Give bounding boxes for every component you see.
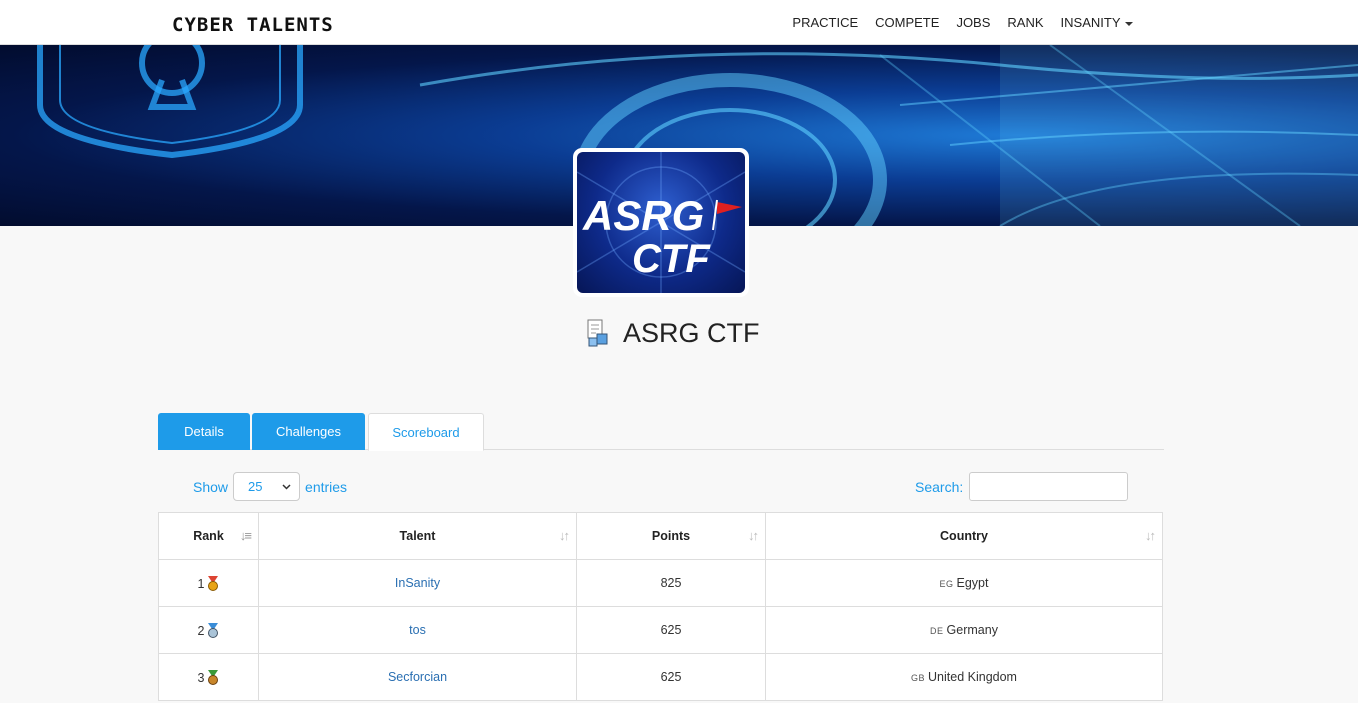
broken-image-icon <box>587 319 608 347</box>
competition-logo: ASRG CTF <box>573 148 749 297</box>
tab-bar: Details Challenges Scoreboard <box>158 412 1164 451</box>
country-cell: EG Egypt <box>765 559 1163 607</box>
tab-challenges[interactable]: Challenges <box>252 413 365 450</box>
chevron-down-icon <box>282 483 291 490</box>
talent-link[interactable]: Secforcian <box>388 670 447 684</box>
nav-jobs[interactable]: JOBS <box>948 15 999 30</box>
column-header-country[interactable]: Country ↓↑ <box>765 512 1163 560</box>
flag-icon <box>717 202 742 214</box>
competition-title: ASRG CTF <box>623 317 760 348</box>
tab-scoreboard[interactable]: Scoreboard <box>368 413 484 451</box>
nav-practice[interactable]: PRACTICE <box>784 15 867 30</box>
table-row: 3 Secforcian 625 GB United Kingdom <box>158 653 1163 701</box>
rank-cell: 3 <box>158 653 259 701</box>
sort-icon: ↓↑ <box>559 528 570 543</box>
sort-icon: ↓↑ <box>1145 528 1156 543</box>
sort-icon: ↓↑ <box>748 528 759 543</box>
nav-rank[interactable]: RANK <box>999 15 1052 30</box>
entries-label: entries <box>305 478 348 495</box>
logo-text-asrg: ASRG <box>582 192 704 239</box>
logo-text-ctf: CTF <box>632 237 711 281</box>
rank-cell: 1 <box>158 559 259 607</box>
silver-medal-icon <box>208 622 219 638</box>
search-label: Search: <box>915 478 964 495</box>
column-header-talent[interactable]: Talent ↓↑ <box>258 512 577 560</box>
brand-logo[interactable]: CYBER TALENTS <box>172 14 334 36</box>
column-header-rank[interactable]: Rank ↓≡ <box>158 512 259 560</box>
points-cell: 625 <box>576 653 766 701</box>
rank-cell: 2 <box>158 606 259 654</box>
entries-control: Show 25 entries <box>193 472 347 501</box>
bronze-medal-icon <box>208 669 219 685</box>
search-input[interactable] <box>969 472 1129 501</box>
talent-cell: tos <box>258 606 577 654</box>
sort-asc-icon: ↓≡ <box>239 528 252 543</box>
table-search: Search: <box>915 472 1129 501</box>
talent-link[interactable]: InSanity <box>395 576 440 590</box>
points-cell: 625 <box>576 606 766 654</box>
nav-user-menu[interactable]: INSANITY <box>1052 15 1141 30</box>
scoreboard-table: Rank ↓≡ Talent ↓↑ Points ↓↑ Country ↓↑ 1 InS… <box>158 512 1163 701</box>
top-navbar: CYBER TALENTS PRACTICE COMPETE JOBS RANK… <box>0 0 1358 45</box>
entries-select-value: 25 <box>248 479 263 494</box>
country-flag: GB <box>911 673 926 683</box>
show-label: Show <box>193 478 229 495</box>
country-cell: DE Germany <box>765 606 1163 654</box>
points-cell: 825 <box>576 559 766 607</box>
tab-details[interactable]: Details <box>158 413 250 450</box>
nav-user-label: INSANITY <box>1060 15 1121 30</box>
talent-cell: Secforcian <box>258 653 577 701</box>
talent-link[interactable]: tos <box>409 623 426 637</box>
competition-header: ASRG CTF <box>585 315 760 351</box>
shield-keyhole-graphic <box>37 45 303 159</box>
gold-medal-icon <box>208 575 219 591</box>
talent-cell: InSanity <box>258 559 577 607</box>
country-cell: GB United Kingdom <box>765 653 1163 701</box>
nav-menu: PRACTICE COMPETE JOBS RANK INSANITY <box>784 0 1141 45</box>
nav-compete[interactable]: COMPETE <box>867 15 948 30</box>
entries-select[interactable]: 25 <box>233 472 301 501</box>
caret-down-icon <box>1124 21 1133 26</box>
table-row: 1 InSanity 825 EG Egypt <box>158 559 1163 607</box>
table-row: 2 tos 625 DE Germany <box>158 606 1163 654</box>
country-flag: DE <box>930 626 944 636</box>
column-header-points[interactable]: Points ↓↑ <box>576 512 766 560</box>
country-flag: EG <box>939 579 954 589</box>
